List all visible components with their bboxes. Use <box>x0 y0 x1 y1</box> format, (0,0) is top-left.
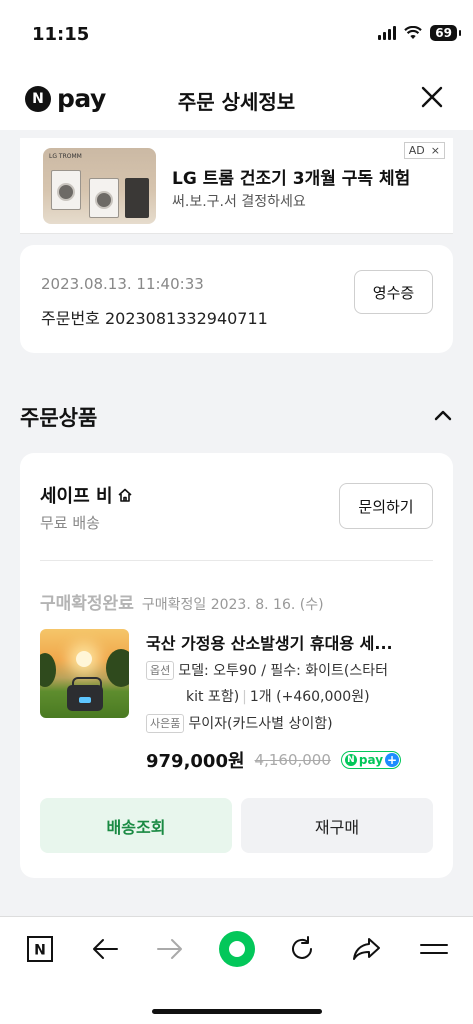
battery-icon: 69 <box>430 25 461 41</box>
ad-image: LG TROMM <box>43 148 156 224</box>
npay-n-icon: N <box>344 754 357 766</box>
menu-icon[interactable] <box>416 935 452 963</box>
confirm-date: 구매확정일 2023. 8. 16. (수) <box>141 597 324 613</box>
npay-plus-badge: N pay + <box>340 751 402 769</box>
quantity-text: 1개 (+460,000원) <box>249 689 370 705</box>
receipt-button[interactable]: 영수증 <box>354 270 433 314</box>
naver-home-icon[interactable]: N <box>22 935 58 963</box>
share-icon[interactable] <box>349 935 385 963</box>
track-delivery-button[interactable]: 배송조회 <box>40 798 232 853</box>
purchase-status: 구매확정완료 구매확정일 2023. 8. 16. (수) <box>40 589 324 614</box>
order-datetime: 2023.08.13. 11:40:33 <box>41 275 204 293</box>
home-icon <box>117 488 132 502</box>
option-line: 옵션 모델: 오투90 / 필수: 화이트(스타터 <box>146 660 388 683</box>
option-text-2: kit 포함) <box>186 689 240 705</box>
section-title: 주문상품 <box>20 406 98 430</box>
ad-label: AD <box>408 144 425 157</box>
option-text: 모델: 오투90 / 필수: 화이트(스타터 <box>178 663 389 679</box>
shipping-info: 무료 배송 <box>40 514 100 532</box>
status-bar: 11:15 69 <box>0 0 473 68</box>
status-label: 구매확정완료 <box>40 594 134 614</box>
status-time: 11:15 <box>32 24 90 45</box>
npay-text: pay <box>358 753 384 767</box>
page-title: 주문 상세정보 <box>177 90 296 114</box>
home-indicator <box>152 1009 322 1014</box>
ad-banner[interactable]: LG TROMM LG 트롬 건조기 3개월 구독 체험 써.보.구.서 결정하… <box>20 138 453 234</box>
inquiry-button[interactable]: 문의하기 <box>339 483 433 529</box>
chevron-up-icon[interactable] <box>433 408 453 422</box>
rebuy-button[interactable]: 재구매 <box>241 798 433 853</box>
ad-image-brand: LG TROMM <box>49 153 82 160</box>
close-icon[interactable] <box>417 82 447 112</box>
seller-label: 세이프 비 <box>40 486 113 507</box>
order-number: 주문번호 2023081332940711 <box>41 309 268 328</box>
original-price: 4,160,000 <box>254 751 331 769</box>
dark-dryer-image <box>125 178 149 218</box>
order-info-card: 2023.08.13. 11:40:33 주문번호 20230813329407… <box>20 245 453 353</box>
option-tag: 옵션 <box>146 661 175 680</box>
device-image <box>67 677 103 711</box>
naver-n: N <box>34 943 46 959</box>
back-arrow-icon[interactable] <box>87 935 123 963</box>
plus-icon: + <box>385 753 400 767</box>
reload-icon[interactable] <box>284 935 320 963</box>
ad-title: LG 트롬 건조기 3개월 구독 체험 <box>172 169 411 189</box>
ad-close-icon[interactable]: × <box>431 144 440 157</box>
gift-tag: 사은품 <box>146 714 185 733</box>
product-name[interactable]: 국산 가정용 산소발생기 휴대용 세... <box>146 630 436 654</box>
signal-icon <box>378 26 397 40</box>
option-line-2: kit 포함) | 1개 (+460,000원) <box>186 689 370 705</box>
price-row: 979,000원 4,160,000 N pay + <box>146 747 402 773</box>
divider <box>40 560 433 561</box>
status-icons: 69 <box>378 25 461 41</box>
washer-image <box>51 170 81 210</box>
product-thumbnail[interactable] <box>40 629 129 718</box>
action-buttons: 배송조회 재구매 <box>40 798 433 853</box>
ad-subtitle: 써.보.구.서 결정하세요 <box>172 194 306 210</box>
green-dot-icon[interactable] <box>217 929 257 969</box>
seller-name[interactable]: 세이프 비 <box>40 482 133 508</box>
wifi-icon <box>404 26 423 39</box>
header: N pay 주문 상세정보 <box>0 68 473 130</box>
ad-badge[interactable]: AD × <box>403 142 445 159</box>
gift-text: 무이자(카드사별 상이함) <box>188 716 333 732</box>
dryer-image <box>89 178 119 218</box>
forward-arrow-icon[interactable] <box>152 935 188 963</box>
browser-toolbar: N <box>0 916 473 1024</box>
content[interactable]: LG TROMM LG 트롬 건조기 3개월 구독 체험 써.보.구.서 결정하… <box>0 130 473 916</box>
price: 979,000원 <box>146 751 245 772</box>
gift-line: 사은품 무이자(카드사별 상이함) <box>146 713 333 736</box>
product-card: 세이프 비 무료 배송 문의하기 구매확정완료 구매확정일 2023. 8. 1… <box>20 453 453 878</box>
